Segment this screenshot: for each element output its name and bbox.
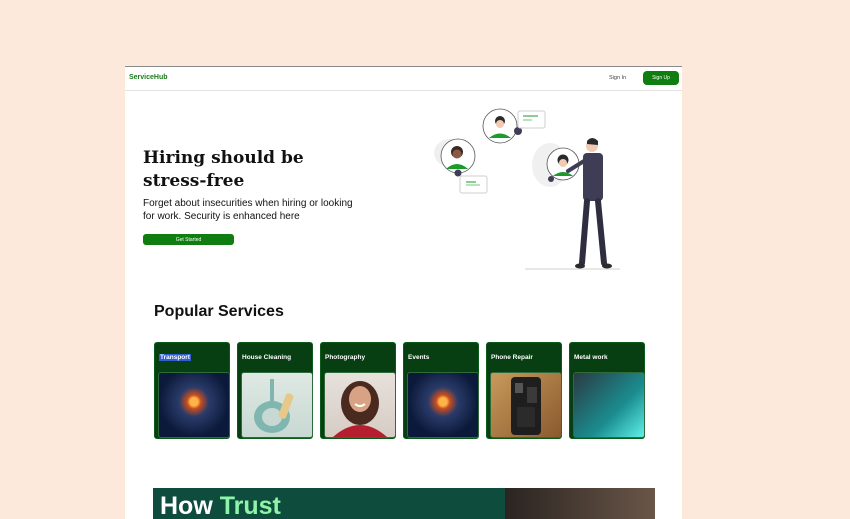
hero-illustration [434, 108, 620, 270]
service-card-label: Events [408, 354, 430, 361]
hero-title-line2: stress-free [143, 171, 245, 191]
phone-board-image [490, 372, 562, 438]
banner-heading-white: How [160, 492, 213, 519]
service-card-label: House Cleaning [242, 354, 292, 361]
hero-title-line1: Hiring should be [143, 148, 304, 168]
portrait-image [324, 372, 396, 438]
get-started-button[interactable]: Get Started [143, 234, 234, 245]
service-card-label: Photography [325, 354, 366, 361]
sparkler-image [158, 372, 230, 438]
avatar-bubble-2 [482, 108, 522, 144]
service-card-events[interactable]: Events [403, 342, 479, 439]
banner-photo [505, 488, 655, 519]
welding-image [573, 372, 645, 438]
popular-services-title: Popular Services [154, 303, 284, 320]
avatar-bubble-1 [440, 138, 476, 177]
sign-in-link[interactable]: Sign In [609, 75, 626, 81]
service-card-metal-work[interactable]: Metal work [569, 342, 645, 439]
service-card-label: Transport [159, 354, 191, 361]
service-card-transport[interactable]: Transport [154, 342, 230, 439]
hero-title: Hiring should be stress-free [143, 147, 343, 193]
sign-up-button[interactable]: Sign Up [643, 71, 679, 85]
service-card-house-cleaning[interactable]: House Cleaning [237, 342, 313, 439]
hero-subtitle: Forget about insecurities when hiring or… [143, 198, 353, 222]
services-card-row: Transport House Cleaning Photography Eve… [154, 342, 645, 439]
banner-heading: How Trust [160, 491, 281, 519]
how-trust-banner: How Trust [153, 488, 655, 519]
service-card-label: Metal work [574, 354, 608, 361]
banner-heading-accent: Trust [219, 492, 281, 519]
brush-dustpan-image [241, 372, 313, 438]
service-card-photography[interactable]: Photography [320, 342, 396, 439]
brand-logo[interactable]: ServiceHub [129, 74, 168, 81]
sparkler-image [407, 372, 479, 438]
top-nav: ServiceHub Sign In Sign Up [125, 67, 682, 91]
service-card-phone-repair[interactable]: Phone Repair [486, 342, 562, 439]
service-card-label: Phone Repair [491, 354, 533, 361]
page-container: ServiceHub Sign In Sign Up Hiring should… [125, 66, 682, 519]
